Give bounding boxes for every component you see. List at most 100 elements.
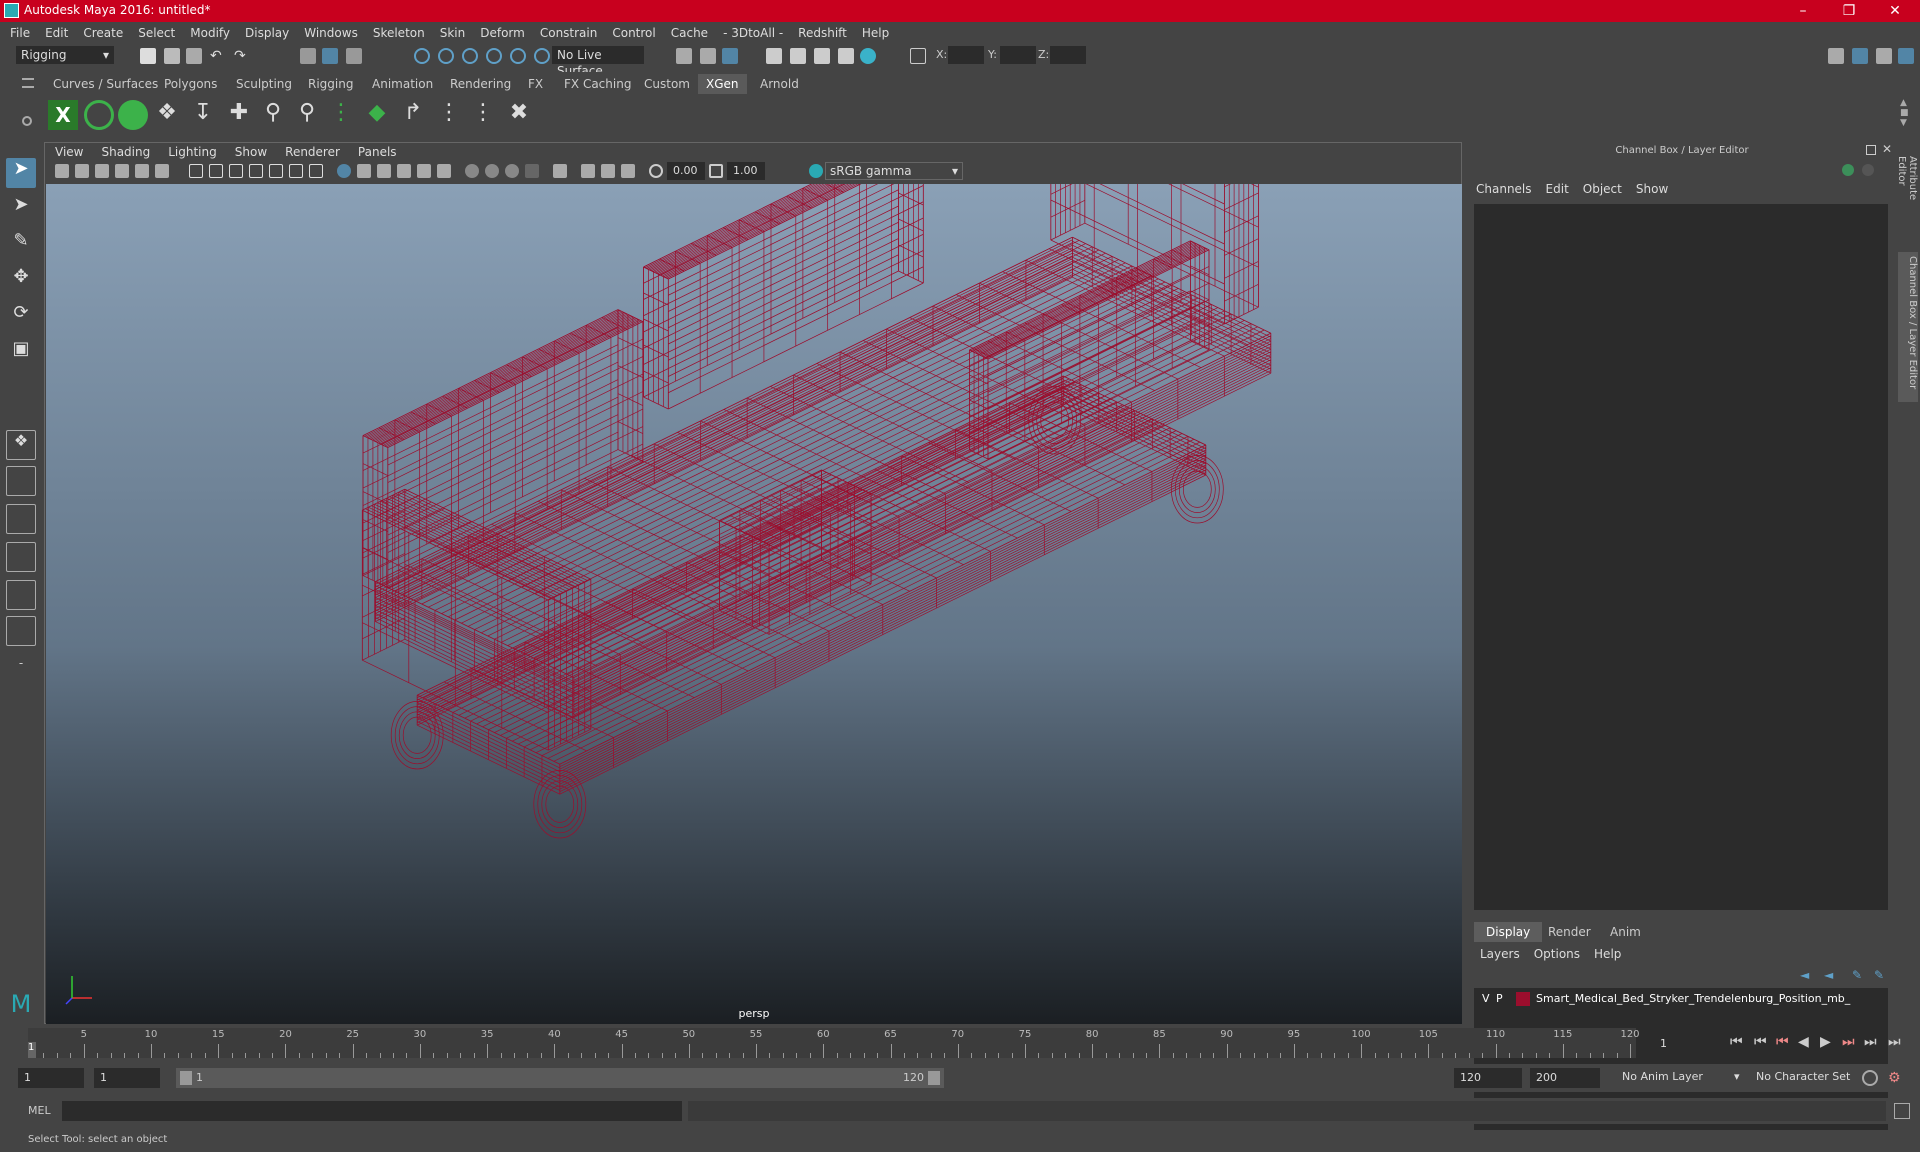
command-lang-label[interactable]: MEL — [28, 1104, 51, 1117]
new-layer-selected-icon[interactable]: ✎ — [1874, 968, 1884, 982]
snap-view-icon[interactable] — [486, 48, 502, 64]
shelf-tab-curves-surfaces[interactable]: Curves / Surfaces — [45, 74, 166, 94]
gamma-field[interactable]: 1.00 — [727, 162, 765, 180]
vp-menu-lighting[interactable]: Lighting — [168, 145, 217, 159]
shelf-tab-animation[interactable]: Animation — [364, 74, 441, 94]
xgen-add-guide-icon[interactable]: ✚ — [224, 100, 254, 130]
3d-viewport[interactable]: persp — [46, 184, 1462, 1024]
time-ruler[interactable]: 5 10 15 20 25 30 35 40 45 50 55 60 65 70 75 80 85 90 95 100… — [28, 1028, 1640, 1058]
2d-pan-icon[interactable] — [135, 164, 149, 178]
exposure-icon[interactable] — [649, 164, 663, 178]
shelf-menu-icon[interactable] — [22, 78, 34, 88]
xgen-cut-icon[interactable]: ⋮ — [468, 100, 498, 130]
xray-joints-icon[interactable] — [621, 164, 635, 178]
exposure-field[interactable]: 0.00 — [667, 162, 705, 180]
xgen-sculpt-guide-icon[interactable]: ⚲ — [258, 100, 288, 130]
channel-list[interactable] — [1474, 204, 1888, 910]
color-management-icon[interactable] — [809, 164, 823, 178]
safe-action-icon[interactable] — [289, 164, 303, 178]
channel-box-toggle-icon[interactable] — [1898, 48, 1914, 64]
hypershade-icon[interactable] — [838, 48, 854, 64]
select-object-icon[interactable] — [322, 48, 338, 64]
tab-display[interactable]: Display — [1474, 922, 1543, 942]
rotate-tool-icon[interactable]: ⟳ — [6, 302, 36, 332]
playback-end-field[interactable]: 120 — [1454, 1068, 1522, 1088]
menu-control[interactable]: Control — [612, 26, 655, 40]
grid-icon[interactable] — [189, 164, 203, 178]
menu-help[interactable]: Help — [862, 26, 889, 40]
shelf-tab-polygons[interactable]: Polygons — [156, 74, 225, 94]
menu-redshift[interactable]: Redshift — [798, 26, 847, 40]
vp-menu-view[interactable]: View — [55, 145, 83, 159]
y-coord-field[interactable] — [1000, 46, 1036, 64]
snap-point-icon[interactable] — [462, 48, 478, 64]
animation-start-field[interactable]: 1 — [18, 1068, 84, 1088]
xgen-place-guides-icon[interactable]: ↧ — [188, 100, 218, 130]
new-scene-icon[interactable] — [140, 48, 156, 64]
xray-icon[interactable] — [581, 164, 595, 178]
step-back-key-icon[interactable]: ⏮ — [1754, 1034, 1767, 1050]
medical-bed-wireframe[interactable] — [46, 184, 1462, 1024]
depth-of-field-icon[interactable] — [525, 164, 539, 178]
menu-deform[interactable]: Deform — [480, 26, 525, 40]
current-frame-field[interactable]: 1 — [1654, 1034, 1718, 1054]
shelf-scroll-icon[interactable]: ▲ ■ ▼ — [1900, 98, 1909, 128]
layout-single-icon[interactable]: ❖ — [6, 430, 36, 460]
play-forward-icon[interactable]: ▶ — [1820, 1034, 1831, 1050]
layer-name[interactable]: Smart_Medical_Bed_Stryker_Trendelenburg_… — [1536, 990, 1850, 1008]
xgen-create-icon[interactable] — [118, 100, 148, 130]
xgen-clump-icon[interactable]: ⋮ — [434, 100, 464, 130]
anim-layer-dropdown[interactable]: No Anim Layer ▾ — [1622, 1070, 1742, 1083]
menu-constrain[interactable]: Constrain — [540, 26, 598, 40]
layer-row[interactable]: V P Smart_Medical_Bed_Stryker_Trendelenb… — [1478, 990, 1884, 1008]
menu-display[interactable]: Display — [245, 26, 289, 40]
vp-menu-shading[interactable]: Shading — [101, 145, 150, 159]
move-layer-up-icon[interactable]: ◄ — [1800, 968, 1809, 982]
shelf-tab-custom[interactable]: Custom — [636, 74, 698, 94]
isolate-select-icon[interactable] — [553, 164, 567, 178]
layout-more-icon[interactable]: - — [6, 656, 36, 686]
float-panel-icon[interactable] — [1866, 145, 1876, 155]
lasso-tool-icon[interactable]: ➤ — [6, 194, 36, 224]
paint-select-icon[interactable]: ✎ — [6, 230, 36, 260]
modeling-toolkit-icon[interactable] — [1828, 48, 1844, 64]
select-component-icon[interactable] — [346, 48, 362, 64]
tab-render[interactable]: Render — [1536, 922, 1603, 942]
view-transform-dropdown[interactable]: sRGB gamma ▾ — [825, 162, 963, 180]
tab-channel-box-layer-editor[interactable]: Channel Box / Layer Editor — [1898, 252, 1918, 402]
menu-create[interactable]: Create — [83, 26, 123, 40]
field-chart-icon[interactable] — [269, 164, 283, 178]
auto-key-icon[interactable] — [1862, 1070, 1878, 1086]
restore-icon[interactable]: ❐ — [1826, 0, 1872, 22]
ambient-occlusion-icon[interactable] — [465, 164, 479, 178]
xgen-delete-icon[interactable]: ✖ — [504, 100, 534, 130]
xgen-preview-icon[interactable] — [84, 100, 114, 130]
menu-3dtoall[interactable]: - 3DtoAll - — [723, 26, 783, 40]
move-layer-down-icon[interactable]: ◄ — [1824, 968, 1833, 982]
menu-select[interactable]: Select — [138, 26, 175, 40]
xgen-bend-icon[interactable]: ↱ — [398, 100, 428, 130]
tab-anim[interactable]: Anim — [1598, 922, 1653, 942]
playback-start-field[interactable]: 1 — [94, 1068, 160, 1088]
layer-menu-options[interactable]: Options — [1534, 947, 1580, 961]
script-editor-icon[interactable] — [1894, 1103, 1910, 1119]
layer-menu-layers[interactable]: Layers — [1480, 947, 1520, 961]
open-scene-icon[interactable] — [164, 48, 180, 64]
ipr-render-icon[interactable] — [790, 48, 806, 64]
camera-select-icon[interactable] — [55, 164, 69, 178]
channel-box-icon[interactable] — [1842, 164, 1854, 176]
wireframe-shading-icon[interactable] — [337, 164, 351, 178]
menu-skin[interactable]: Skin — [440, 26, 466, 40]
ch-menu-show[interactable]: Show — [1636, 182, 1668, 196]
menu-file[interactable]: File — [10, 26, 30, 40]
layer-editor-icon[interactable] — [1862, 164, 1874, 176]
range-bar[interactable]: 1 120 — [176, 1068, 944, 1088]
minimize-icon[interactable]: – — [1780, 0, 1826, 22]
close-panel-icon[interactable]: ✕ — [1882, 142, 1892, 156]
bookmark-icon[interactable] — [95, 164, 109, 178]
shelf-settings-icon[interactable] — [22, 116, 32, 126]
shadows-icon[interactable] — [437, 164, 451, 178]
animation-end-field[interactable]: 200 — [1530, 1068, 1600, 1088]
layer-visibility-toggle[interactable]: V — [1482, 990, 1490, 1008]
gate-mask-icon[interactable] — [249, 164, 263, 178]
